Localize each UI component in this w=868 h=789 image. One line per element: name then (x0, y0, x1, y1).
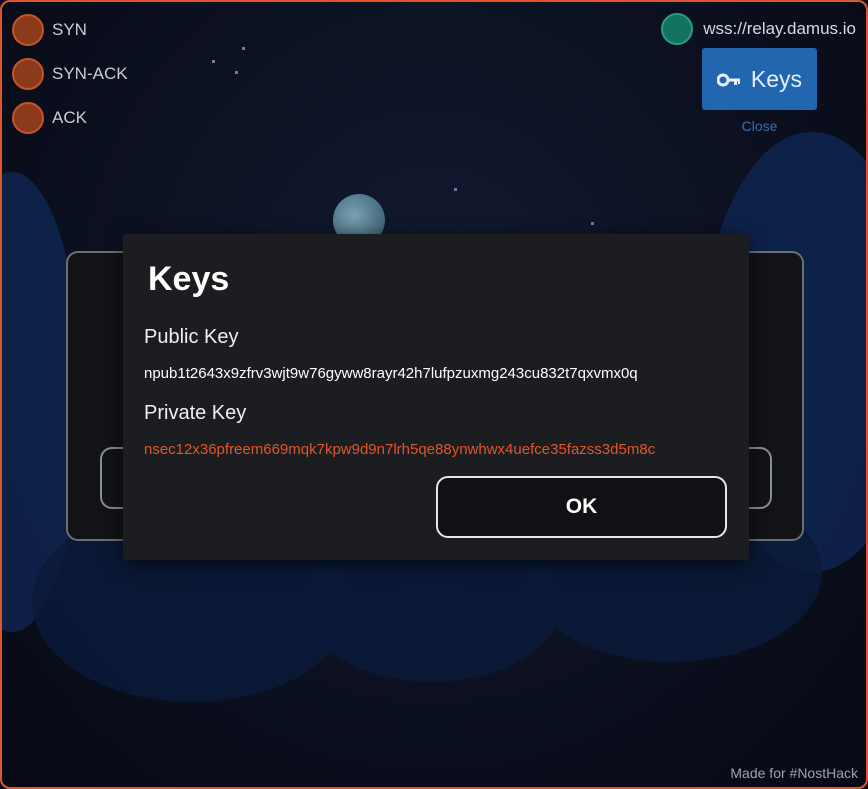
private-key-label: Private Key (144, 402, 247, 424)
star (235, 71, 238, 74)
status-label: SYN-ACK (52, 64, 128, 83)
public-key-value: npub1t2643x9zfrv3wjt9w76gyww8rayr42h7luf… (144, 365, 638, 382)
status-dot (12, 58, 44, 90)
ok-button[interactable]: OK (436, 476, 727, 538)
status-label: ACK (52, 108, 87, 127)
keys-button[interactable]: Keys (702, 48, 817, 110)
keys-dialog: Keys Public Key npub1t2643x9zfrv3wjt9w76… (123, 234, 749, 560)
app-frame: SYN SYN-ACK ACK wss://relay.damus.io Key… (0, 0, 868, 789)
key-icon (716, 66, 741, 93)
relay-status: wss://relay.damus.io (661, 13, 856, 45)
status-syn-ack: SYN-ACK (12, 58, 128, 90)
footer-credit: Made for #NostHack (730, 765, 858, 781)
private-key-value: nsec12x36pfreem669mqk7kpw9d9n7lrh5qe88yn… (144, 441, 656, 458)
public-key-label: Public Key (144, 326, 239, 348)
star (591, 222, 594, 225)
status-dot (12, 102, 44, 134)
relay-connected-dot (661, 13, 694, 45)
dialog-title: Keys (148, 260, 230, 298)
status-syn: SYN (12, 14, 87, 46)
relay-url: wss://relay.damus.io (703, 19, 856, 38)
star (454, 188, 457, 191)
status-ack: ACK (12, 102, 87, 134)
star (212, 60, 215, 63)
status-label: SYN (52, 20, 87, 39)
star (242, 47, 245, 50)
status-dot (12, 14, 44, 46)
close-link[interactable]: Close (702, 118, 817, 134)
keys-button-label: Keys (750, 65, 803, 92)
